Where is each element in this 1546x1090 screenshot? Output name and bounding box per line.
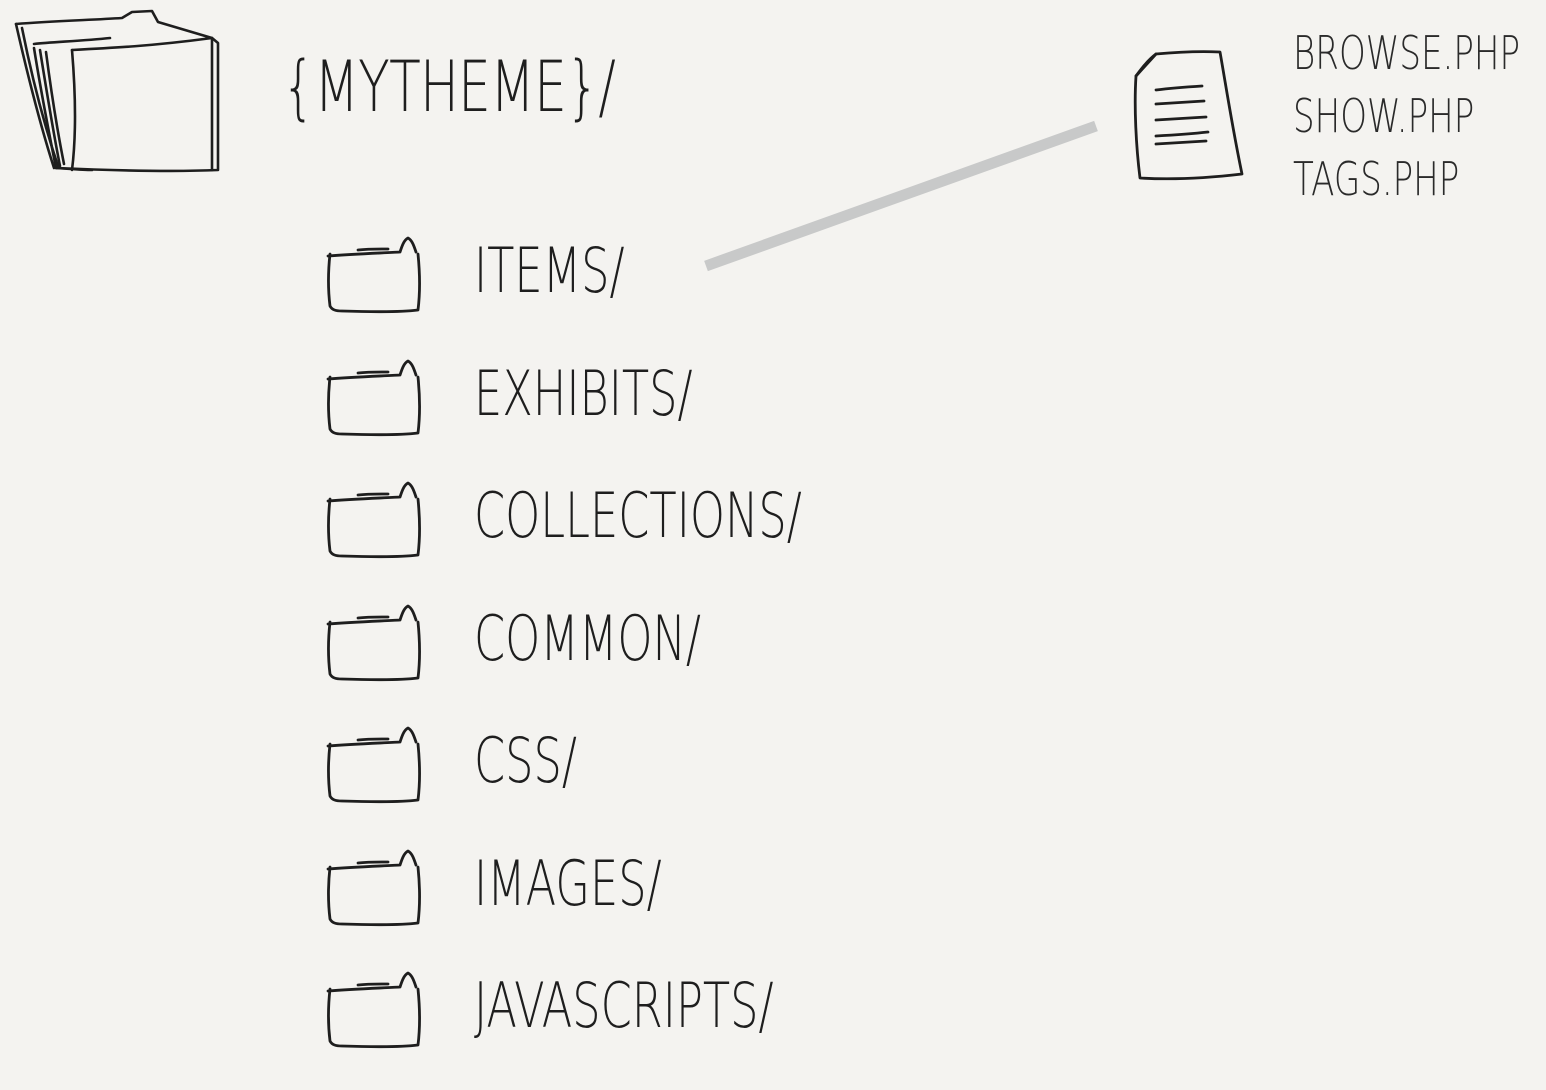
- folder-label: EXHIBITS/: [474, 356, 693, 430]
- file-show-php[interactable]: SHOW.PHP: [1293, 85, 1520, 148]
- root-folder-label: {MYTHEME}/: [282, 46, 616, 128]
- folder-label: COMMON/: [474, 601, 701, 675]
- file-browse-php[interactable]: BROWSE.PHP: [1293, 22, 1520, 85]
- folder-label: IMAGES/: [474, 846, 662, 920]
- folder-icon: [326, 359, 421, 436]
- theme-directory-diagram: {MYTHEME}/ ITEMS/ EXHIBITS/ COLLECTIONS/…: [0, 0, 1546, 1049]
- folder-open-icon: [14, 9, 220, 173]
- folder-icon: [326, 481, 421, 559]
- folder-label: COLLECTIONS/: [474, 479, 802, 552]
- file-tags-php[interactable]: TAGS.PHP: [1293, 148, 1520, 211]
- items-file-list: BROWSE.PHP SHOW.PHP TAGS.PHP: [1293, 22, 1546, 211]
- folder-icon: [326, 971, 421, 1049]
- folder-icon: [326, 236, 421, 314]
- folder-icon: [326, 604, 421, 681]
- folder-label: JAVASCRIPTS/: [474, 969, 774, 1042]
- folder-icon: [326, 726, 421, 804]
- folder-label: CSS/: [474, 724, 577, 797]
- folder-label: ITEMS/: [474, 234, 625, 307]
- folder-icon: [326, 849, 421, 926]
- document-icon: [1133, 50, 1244, 181]
